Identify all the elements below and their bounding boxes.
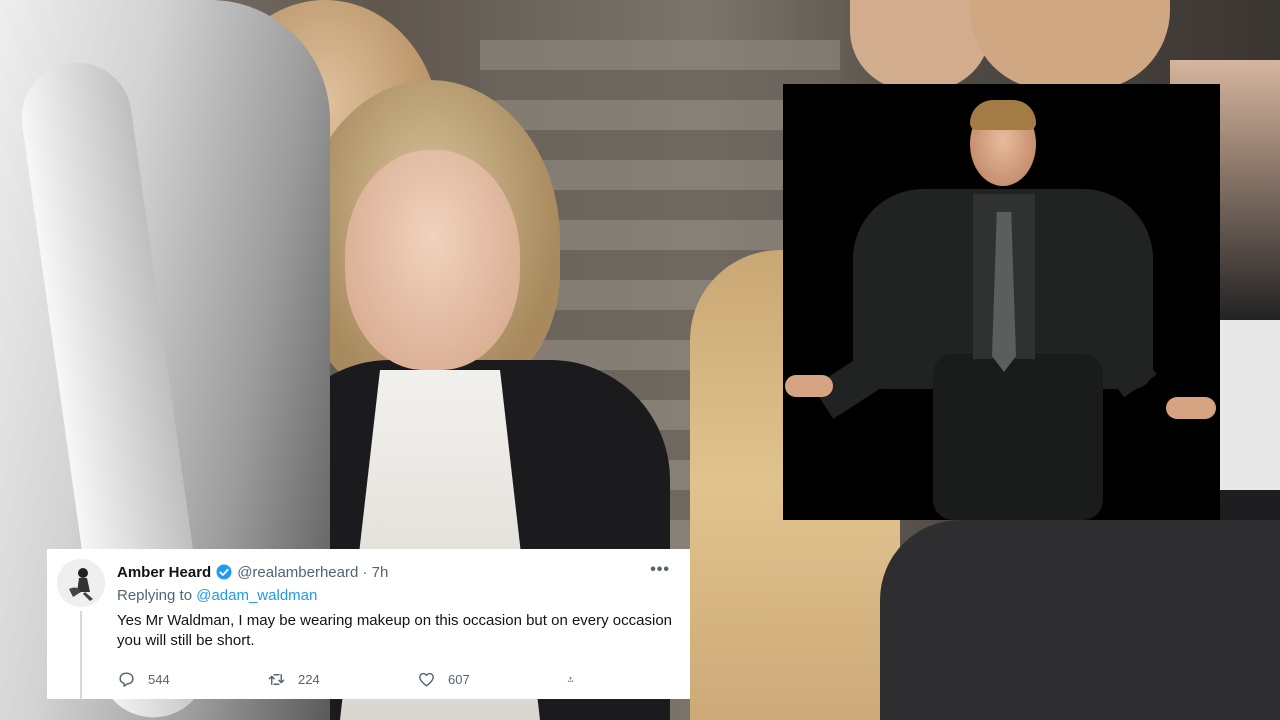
replying-to-line: Replying to @adam_waldman <box>117 587 317 604</box>
inset-hand-left <box>785 375 833 397</box>
tweet-actions: 544 224 607 <box>117 668 587 690</box>
display-name[interactable]: Amber Heard <box>117 564 211 581</box>
inset-hand-right <box>1166 397 1216 419</box>
like-button[interactable]: 607 <box>417 670 567 689</box>
inset-hair <box>970 100 1036 130</box>
tweet-text: Yes Mr Waldman, I may be wearing makeup … <box>117 612 672 649</box>
verified-badge-icon <box>216 564 232 580</box>
replying-to-link[interactable]: @adam_waldman <box>196 587 317 604</box>
subject-face <box>345 150 520 370</box>
more-options-icon[interactable]: ••• <box>650 561 670 579</box>
inset-photo <box>783 84 1220 520</box>
reply-button[interactable]: 544 <box>117 670 267 689</box>
avatar-image <box>57 559 105 607</box>
reply-count: 544 <box>148 671 170 687</box>
inset-legs <box>933 354 1103 520</box>
background-man-shirt <box>1220 320 1280 490</box>
background-suit <box>880 520 1280 720</box>
tweet-header: Amber Heard @realamberheard · 7h <box>117 561 678 583</box>
retweet-button[interactable]: 224 <box>267 670 417 689</box>
retweet-count: 224 <box>298 671 320 687</box>
heart-icon <box>419 672 434 687</box>
replying-to-prefix: Replying to <box>117 587 193 604</box>
share-button[interactable] <box>567 670 586 689</box>
retweet-icon <box>268 673 285 685</box>
like-count: 607 <box>448 671 470 687</box>
avatar[interactable] <box>57 559 105 607</box>
handle-and-time[interactable]: @realamberheard · 7h <box>237 564 388 581</box>
tweet-card: Amber Heard @realamberheard · 7h ••• Rep… <box>47 549 690 699</box>
share-icon <box>567 676 574 682</box>
reply-icon <box>119 671 134 687</box>
thread-line <box>80 611 82 699</box>
